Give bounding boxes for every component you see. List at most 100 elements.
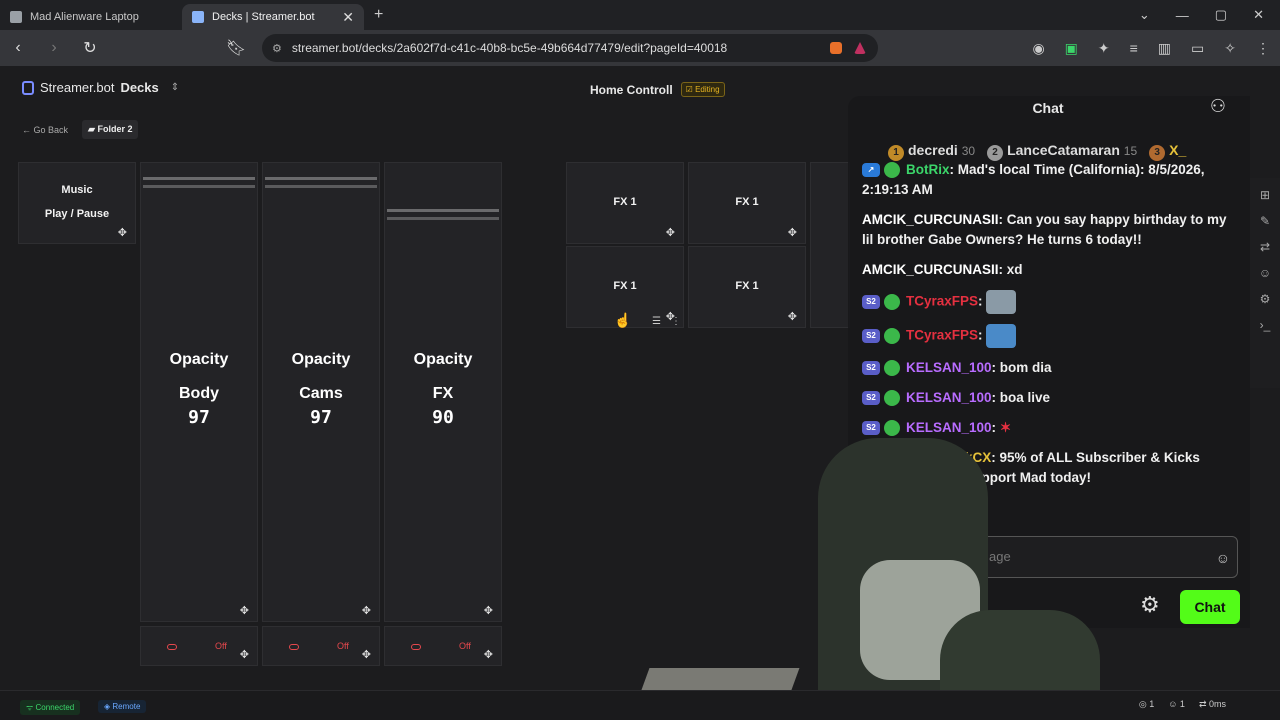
remote-label: Remote: [112, 702, 141, 711]
back-arrow-icon[interactable]: ‹: [0, 39, 36, 57]
opacity-fx-slider[interactable]: Opacity FX 90 ✥: [384, 162, 502, 622]
opacity-cams-toggle[interactable]: Off ✥: [262, 626, 380, 666]
chat-settings-gear-icon[interactable]: ⚙: [1140, 592, 1160, 618]
fx-button[interactable]: FX 1 ✥: [566, 162, 684, 244]
settings-icon[interactable]: ⚙: [1260, 292, 1271, 306]
move-handle-icon[interactable]: ✥: [240, 648, 249, 661]
puzzle-icon[interactable]: ✦: [1098, 40, 1110, 57]
slider-fill: [143, 185, 255, 188]
move-handle-icon[interactable]: ✥: [240, 604, 249, 617]
fx-button-partial[interactable]: [810, 162, 850, 328]
move-handle-icon[interactable]: ✥: [788, 226, 797, 239]
slider-fill: [265, 185, 377, 188]
music-play-pause-button[interactable]: Music Play / Pause ✥: [18, 162, 136, 244]
user-settings-icon[interactable]: ⚇: [1210, 96, 1226, 117]
extension-green-icon[interactable]: ▣: [1065, 40, 1078, 57]
status-bar: ᯤ Connected ◈ Remote ◎ 1 ☺ 1 ⇄ 0ms: [0, 690, 1280, 720]
toggle-icon: [411, 644, 421, 650]
add-icon[interactable]: ⊞: [1260, 188, 1270, 202]
opacity-fx-toggle[interactable]: Off ✥: [384, 626, 502, 666]
edit-icon[interactable]: ✎: [1260, 214, 1270, 228]
menu-kebab-icon[interactable]: ⋮: [1256, 40, 1270, 57]
chat-message: S2 KELSAN_100: ✶: [862, 418, 1234, 438]
streamerbot-favicon-icon: [192, 11, 204, 23]
go-back-link[interactable]: ← Go Back: [22, 125, 68, 135]
chat-title: Chat: [1032, 100, 1064, 116]
streamerbot-logo-icon: [22, 80, 34, 95]
terminal-icon[interactable]: ›_: [1260, 318, 1271, 332]
stat-value: 1: [1149, 699, 1155, 709]
verified-badge-icon: [884, 294, 900, 310]
page-icon: [10, 11, 22, 23]
opacity-body-toggle[interactable]: Off ✥: [140, 626, 258, 666]
more-options-icon[interactable]: ⋮: [671, 316, 681, 327]
leaderboard-entry: 3 X_: [1149, 142, 1186, 161]
editing-badge-label: Editing: [695, 85, 720, 94]
rank-badge: 1: [888, 145, 904, 161]
button-label: Music: [61, 184, 93, 196]
chat-message: S2 TCyraxFPS:: [862, 290, 1234, 314]
opacity-body-slider[interactable]: Opacity Body 97 ✥: [140, 162, 258, 622]
chat-text: :: [978, 327, 983, 343]
move-handle-icon[interactable]: ✥: [362, 648, 371, 661]
slider-track: [265, 177, 377, 180]
bookmark-icon[interactable]: 🔖︎: [218, 38, 254, 58]
close-tab-icon[interactable]: ✕: [342, 9, 354, 26]
media-queue-icon[interactable]: ≡: [1130, 40, 1138, 56]
leader-name: LanceCatamaran: [1007, 142, 1120, 158]
maximize-icon[interactable]: ▢: [1215, 7, 1227, 23]
address-bar[interactable]: ⚙︎ streamer.bot/decks/2a602f7d-c41c-40b8…: [262, 34, 878, 62]
brand-name: Streamer.bot: [40, 80, 115, 95]
url-text[interactable]: streamer.bot/decks/2a602f7d-c41c-40b8-bc…: [282, 41, 830, 55]
browser-extensions: ◉ ▣ ✦ ≡ ▥ ▭ ✧ ⋮: [1032, 30, 1270, 66]
button-hover-tools: ☰ ⋮: [652, 316, 681, 327]
slider-track: [387, 209, 499, 212]
close-window-icon[interactable]: ✕: [1253, 7, 1264, 23]
site-settings-icon[interactable]: ⚙︎: [272, 42, 282, 55]
button-label: Play / Pause: [44, 208, 110, 220]
brand[interactable]: Streamer.bot Decks ⇕: [22, 80, 179, 95]
fx-button[interactable]: FX 1 ✥: [688, 162, 806, 244]
chat-username: AMCIK_CURCUNASII: [862, 262, 999, 277]
leaderboard-entry: 2 LanceCatamaran 15: [987, 142, 1137, 161]
chat-message: ↗ BotRix: Mad's local Time (California): …: [862, 160, 1234, 200]
minimize-icon[interactable]: —: [1176, 8, 1189, 23]
settings-sliders-icon[interactable]: ☰: [652, 316, 661, 327]
verified-badge-icon: [884, 328, 900, 344]
opacity-cams-slider[interactable]: Opacity Cams 97 ✥: [262, 162, 380, 622]
users-stat: ☺ 1: [1168, 699, 1185, 709]
move-handle-icon[interactable]: ✥: [484, 648, 493, 661]
slider-value: 90: [432, 407, 454, 428]
wallet-icon[interactable]: ▭: [1191, 40, 1204, 57]
connect-icon[interactable]: ⇄: [1260, 240, 1270, 254]
new-tab-button[interactable]: +: [374, 6, 383, 24]
switch-deck-chevron-icon[interactable]: ⇕: [171, 82, 179, 93]
move-handle-icon[interactable]: ✥: [118, 226, 127, 239]
leaderboard-entry: 1 decredi 30: [888, 142, 975, 161]
toggle-state: Off: [337, 641, 349, 651]
reload-icon[interactable]: ↻: [72, 38, 108, 58]
browser-tab-active[interactable]: Decks | Streamer.bot ✕: [182, 4, 364, 30]
move-handle-icon[interactable]: ✥: [788, 310, 797, 323]
move-handle-icon[interactable]: ✥: [362, 604, 371, 617]
chat-username: BotRix: [906, 162, 950, 177]
folder-crumb[interactable]: ▰ Folder 2: [82, 120, 139, 139]
subscriber-badge-icon: S2: [862, 391, 880, 406]
brave-shield-icon[interactable]: [830, 42, 842, 54]
chat-message-input[interactable]: age: [948, 536, 1238, 578]
move-handle-icon[interactable]: ✥: [484, 604, 493, 617]
users-icon[interactable]: ☺: [1259, 266, 1271, 280]
brave-rewards-icon[interactable]: [854, 42, 866, 54]
emoji-icon[interactable]: ☺: [1216, 550, 1230, 566]
browser-tab[interactable]: Mad Alienware Laptop: [0, 4, 182, 30]
extension-icon[interactable]: ◉: [1032, 40, 1044, 57]
move-handle-icon[interactable]: ✥: [666, 226, 675, 239]
chat-send-button[interactable]: Chat: [1180, 590, 1240, 624]
forward-arrow-icon[interactable]: ›: [36, 39, 72, 57]
chat-username: KELSAN_100: [906, 390, 992, 405]
leo-ai-icon[interactable]: ✧: [1224, 40, 1236, 57]
sidebar-toggle-icon[interactable]: ▥: [1158, 40, 1171, 57]
browser-tab-bar: Mad Alienware Laptop Decks | Streamer.bo…: [0, 0, 1280, 30]
fx-button[interactable]: FX 1 ✥: [688, 246, 806, 328]
tab-search-icon[interactable]: ⌄: [1139, 7, 1150, 23]
